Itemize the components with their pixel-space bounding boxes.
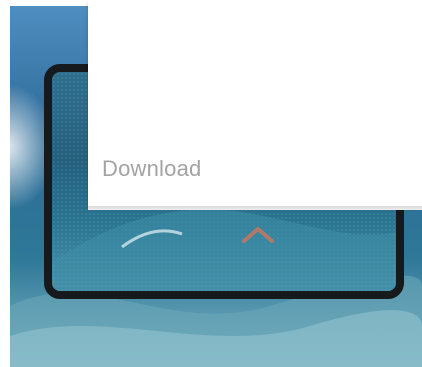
download-menu-item[interactable]: Download <box>102 156 201 182</box>
screen: Download <box>0 0 422 367</box>
chevron-up-icon[interactable] <box>241 224 275 244</box>
panel-divider <box>88 206 422 210</box>
